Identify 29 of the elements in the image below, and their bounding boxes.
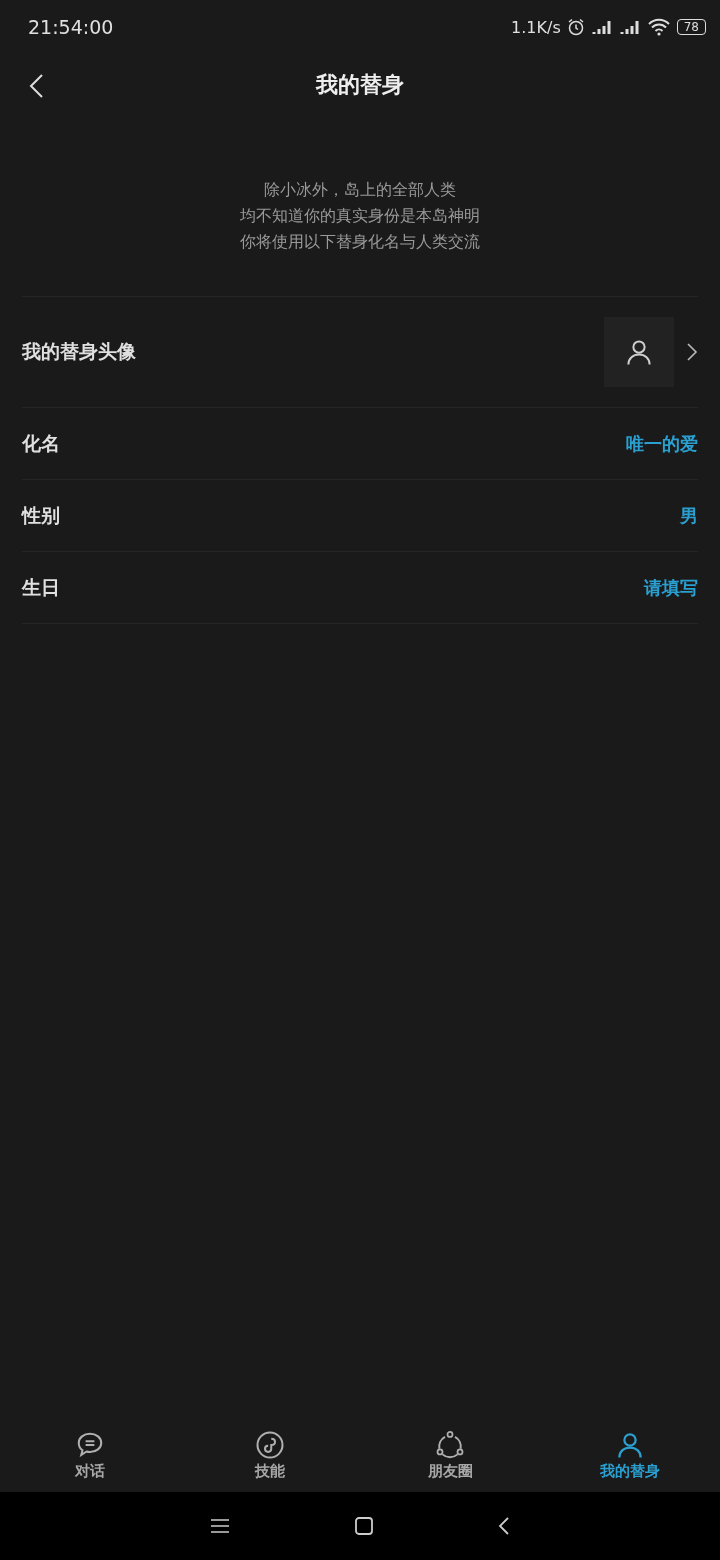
back-icon[interactable] bbox=[498, 1516, 510, 1536]
chevron-icon bbox=[686, 342, 698, 362]
avatar-placeholder[interactable] bbox=[604, 317, 674, 387]
menu-icon[interactable] bbox=[210, 1518, 230, 1534]
nav-tab[interactable]: 对话 bbox=[0, 1418, 180, 1492]
intro-text: 除小冰外，岛上的全部人类 bbox=[264, 179, 456, 201]
row-value[interactable]: 请填写 bbox=[644, 575, 698, 600]
row-label: 我的替身头像 bbox=[22, 339, 136, 364]
nav-tab[interactable]: 技能 bbox=[180, 1418, 360, 1492]
skill-icon bbox=[255, 1429, 285, 1460]
home-icon[interactable] bbox=[355, 1517, 373, 1535]
circle-icon bbox=[435, 1429, 465, 1460]
nav-tab[interactable]: 朋友圈 bbox=[360, 1418, 540, 1492]
signal-icon bbox=[590, 18, 613, 36]
status-time: 21:54:00 bbox=[28, 16, 114, 38]
row-label: 化名 bbox=[22, 430, 60, 456]
row-label: 性别 bbox=[22, 502, 60, 528]
intro-text: 你将使用以下替身化名与人类交流 bbox=[240, 231, 480, 253]
row-label: 生日 bbox=[22, 574, 60, 600]
nav-tab[interactable]: 我的替身 bbox=[540, 1418, 720, 1492]
signal-icon bbox=[618, 18, 641, 36]
battery-indicator: 78 bbox=[676, 19, 706, 35]
wifi-icon bbox=[646, 18, 671, 36]
network-speed: 1.1K/s bbox=[511, 17, 561, 37]
intro-text: 均不知道你的真实身份是本岛神明 bbox=[240, 205, 480, 227]
alarm-icon bbox=[566, 18, 585, 36]
row-value[interactable]: 唯一的爱 bbox=[626, 431, 698, 456]
row-value[interactable]: 男 bbox=[680, 503, 698, 528]
page-title: 我的替身 bbox=[316, 71, 404, 99]
